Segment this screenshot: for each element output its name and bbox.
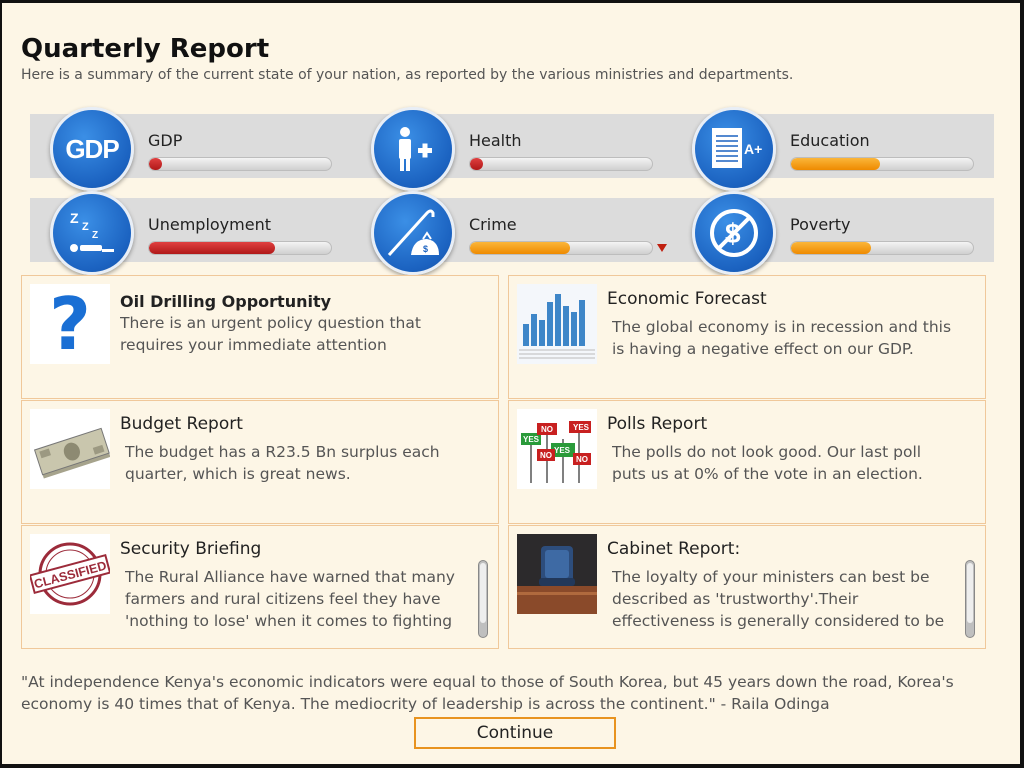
report-title: Economic Forecast	[607, 289, 767, 309]
report-scrollbar[interactable]	[965, 560, 975, 638]
scrollbar-thumb[interactable]	[967, 563, 973, 623]
sleeping-icon: ZZZ	[70, 210, 114, 252]
report-thumbnail: CLASSIFIED	[30, 534, 110, 614]
report-body: The global economy is in recession and t…	[612, 318, 952, 358]
indicator-bar	[790, 157, 974, 171]
report-window: Quarterly Report Here is a summary of th…	[2, 3, 1020, 764]
bar-chart-icon	[517, 284, 597, 364]
svg-text:YES: YES	[554, 446, 571, 455]
svg-text:$: $	[423, 244, 428, 254]
svg-text:Z: Z	[92, 230, 98, 241]
indicator-badge: $	[371, 191, 455, 275]
report-card-security-briefing[interactable]: CLASSIFIED Security Briefing The Rural All…	[21, 525, 499, 649]
indicator-bar	[469, 157, 653, 171]
report-thumbnail	[517, 284, 597, 364]
page-subtitle: Here is a summary of the current state o…	[21, 67, 794, 83]
crime-icon: $	[387, 209, 439, 257]
indicator-label: Unemployment	[148, 215, 271, 234]
report-title: Oil Drilling Opportunity	[120, 292, 332, 311]
indicator-bar-fill	[791, 158, 881, 170]
money-stack-icon	[30, 409, 110, 489]
report-scrollbar[interactable]	[478, 560, 488, 638]
report-card-economic-forecast[interactable]: Economic Forecast The global economy is i…	[508, 275, 986, 399]
report-title: Budget Report	[120, 414, 243, 434]
indicator-label: GDP	[148, 131, 183, 150]
report-thumbnail: ?	[30, 284, 110, 364]
report-thumbnail: YES NO YES YES NO NO	[517, 409, 597, 489]
indicator-bar	[790, 241, 974, 255]
svg-text:YES: YES	[573, 423, 590, 432]
gdp-icon: GDP	[65, 133, 119, 164]
indicator-bar	[148, 241, 332, 255]
report-body: The Rural Alliance have warned that many…	[125, 568, 455, 630]
report-title: Security Briefing	[120, 539, 262, 559]
report-thumbnail	[517, 534, 597, 614]
report-body: The polls do not look good. Our last pol…	[612, 443, 923, 483]
svg-text:NO: NO	[541, 425, 553, 434]
report-title: Polls Report	[607, 414, 708, 434]
indicator-bar	[148, 157, 332, 171]
svg-text:NO: NO	[576, 455, 588, 464]
svg-text:YES: YES	[523, 435, 540, 444]
report-card-budget-report[interactable]: Budget Report The budget has a R23.5 Bn s…	[21, 400, 499, 524]
indicator-bar-fill	[791, 242, 872, 254]
svg-text:A+: A+	[744, 141, 762, 157]
svg-text:$: $	[725, 218, 741, 249]
report-card-oil-drilling-opportunity[interactable]: ? Oil Drilling Opportunity There is an urg…	[21, 275, 499, 399]
education-icon: A+	[712, 128, 762, 168]
report-body: There is an urgent policy question that …	[120, 314, 421, 354]
indicator-label: Poverty	[790, 215, 851, 234]
quote-text: "At independence Kenya's economic indica…	[21, 673, 954, 713]
svg-text:Z: Z	[82, 221, 89, 233]
trend-down-icon	[657, 244, 667, 252]
health-icon	[399, 127, 432, 171]
yes-no-signs-icon: YESNOYESYESNO NO	[517, 409, 597, 489]
indicator-badge: A+	[692, 107, 776, 191]
indicator-badge: GDP	[50, 107, 134, 191]
indicator-label: Health	[469, 131, 522, 150]
indicator-badge: ZZZ	[50, 191, 134, 275]
page-title: Quarterly Report	[21, 34, 270, 64]
report-card-cabinet-report[interactable]: Cabinet Report: The loyalty of your minis…	[508, 525, 986, 649]
report-thumbnail	[30, 409, 110, 489]
scrollbar-thumb[interactable]	[480, 563, 486, 623]
svg-text:NO: NO	[540, 451, 552, 460]
indicator-bar-fill	[149, 242, 275, 254]
report-body: The budget has a R23.5 Bn surplus each q…	[125, 443, 440, 483]
question-mark-icon: ?	[49, 284, 91, 364]
indicator-bar	[469, 241, 653, 255]
indicator-label: Education	[790, 131, 870, 150]
continue-button[interactable]: Continue	[414, 717, 616, 749]
indicator-bar-fill	[470, 158, 483, 170]
classified-stamp-icon: CLASSIFIED	[30, 534, 110, 614]
cabinet-chair-icon	[517, 534, 597, 614]
indicator-badge	[371, 107, 455, 191]
indicator-bar-fill	[149, 158, 162, 170]
indicator-bar-fill	[470, 242, 571, 254]
no-money-icon: $	[710, 209, 758, 257]
report-card-polls-report[interactable]: YES NO YES YES NO NO Polls Report The polls do …	[508, 400, 986, 524]
indicator-badge: $	[692, 191, 776, 275]
report-title: Cabinet Report:	[607, 539, 741, 559]
indicator-label: Crime	[469, 215, 517, 234]
report-body: The loyalty of your ministers can best b…	[612, 568, 945, 630]
svg-text:Z: Z	[70, 210, 79, 226]
